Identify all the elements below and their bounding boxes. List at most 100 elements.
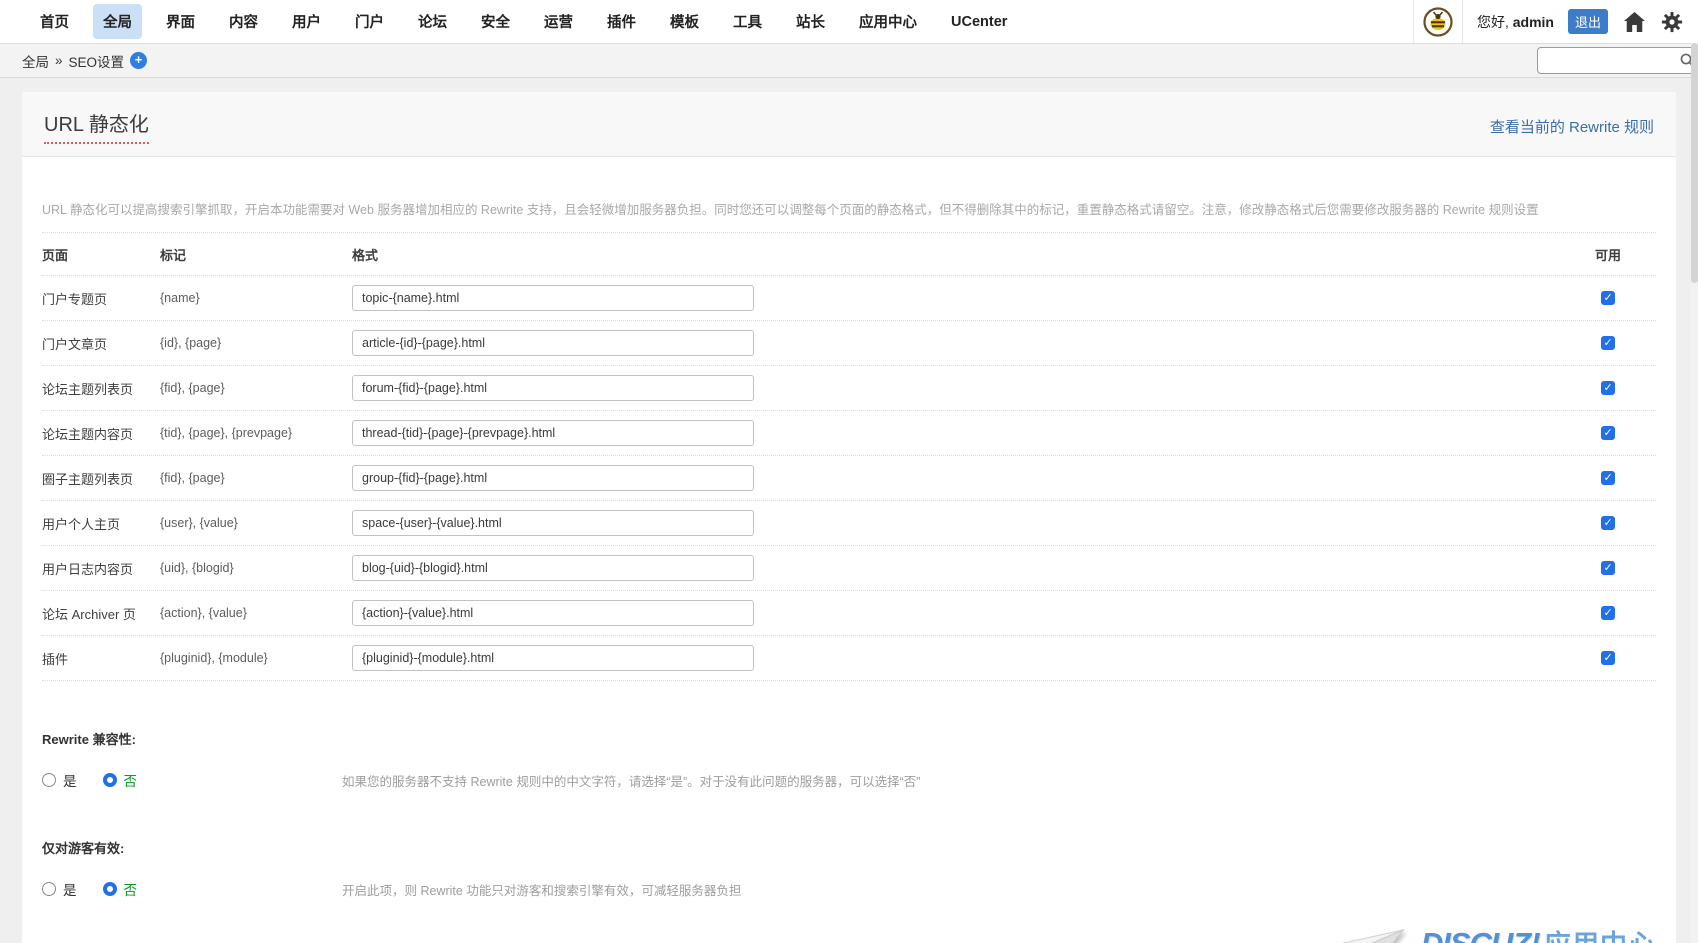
available-checkbox[interactable]: [1601, 606, 1615, 620]
format-input[interactable]: [352, 600, 754, 626]
row-tags: {fid}, {page}: [160, 471, 352, 485]
nav-item-templates[interactable]: 模板: [660, 4, 709, 39]
row-page-label: 门户文章页: [42, 334, 160, 353]
nav-item-webmaster[interactable]: 站长: [786, 4, 835, 39]
radio-yes[interactable]: 是: [42, 770, 77, 790]
avatar[interactable]: [1413, 0, 1463, 43]
available-checkbox[interactable]: [1601, 651, 1615, 665]
watermark-text: DISCUZ! 应用中心 addon.dismall.com: [1421, 928, 1656, 943]
format-input[interactable]: [352, 465, 754, 491]
row-tags: {name}: [160, 291, 352, 305]
radio-icon: [42, 882, 56, 896]
row-page-label: 论坛主题列表页: [42, 379, 160, 398]
available-checkbox[interactable]: [1601, 336, 1615, 350]
format-input[interactable]: [352, 420, 754, 446]
table-row: 用户日志内容页 {uid}, {blogid}: [42, 546, 1656, 591]
paper-plane-icon: [1337, 928, 1415, 943]
option-label-guests-only: 仅对游客有效:: [42, 838, 1656, 857]
table-row: 论坛主题内容页 {tid}, {page}, {prevpage}: [42, 411, 1656, 456]
nav-item-security[interactable]: 安全: [471, 4, 520, 39]
gear-icon[interactable]: [1660, 10, 1684, 34]
row-tags: {pluginid}, {module}: [160, 651, 352, 665]
row-tags: {tid}, {page}, {prevpage}: [160, 426, 352, 440]
breadcrumb-root[interactable]: 全局: [22, 51, 49, 71]
nav-item-interface[interactable]: 界面: [156, 4, 205, 39]
logout-button[interactable]: 退出: [1568, 9, 1608, 34]
radio-icon: [42, 773, 56, 787]
table-row: 论坛主题列表页 {fid}, {page}: [42, 366, 1656, 411]
add-favorite-icon[interactable]: +: [130, 52, 147, 69]
format-input[interactable]: [352, 330, 754, 356]
available-checkbox[interactable]: [1601, 291, 1615, 305]
row-tags: {action}, {value}: [160, 606, 352, 620]
row-tags: {user}, {value}: [160, 516, 352, 530]
nav-item-portal[interactable]: 门户: [345, 4, 394, 39]
table-row: 用户个人主页 {user}, {value}: [42, 501, 1656, 546]
nav-right-cluster: 您好, admin 退出: [1413, 0, 1684, 43]
format-input[interactable]: [352, 285, 754, 311]
radio-yes-label: 是: [63, 770, 77, 790]
nav-item-global[interactable]: 全局: [93, 4, 142, 39]
format-input[interactable]: [352, 555, 754, 581]
row-page-label: 用户个人主页: [42, 514, 160, 533]
nav-item-home[interactable]: 首页: [30, 4, 79, 39]
nav-item-ucenter[interactable]: UCenter: [941, 7, 1017, 37]
watermark-suffix: 应用中心: [1544, 930, 1656, 943]
nav-item-forum[interactable]: 论坛: [408, 4, 457, 39]
nav-item-plugins[interactable]: 插件: [597, 4, 646, 39]
radio-yes-label: 是: [63, 879, 77, 899]
radio-icon: [103, 773, 117, 787]
radio-no[interactable]: 否: [103, 879, 138, 899]
table-row: 圈子主题列表页 {fid}, {page}: [42, 456, 1656, 501]
nav-item-appcenter[interactable]: 应用中心: [849, 4, 927, 39]
vertical-scrollbar[interactable]: [1691, 43, 1698, 943]
scrollbar-thumb[interactable]: [1691, 43, 1698, 283]
page-description: URL 静态化可以提高搜索引擎抓取，开启本功能需要对 Web 服务器增加相应的 …: [42, 199, 1656, 218]
table-row: 门户专题页 {name}: [42, 276, 1656, 321]
search-input[interactable]: [1537, 47, 1698, 74]
radio-no-label: 否: [124, 879, 138, 899]
available-checkbox[interactable]: [1601, 516, 1615, 530]
row-page-label: 用户日志内容页: [42, 559, 160, 578]
watermark-brand: DISCUZ!: [1421, 926, 1540, 943]
row-page-label: 插件: [42, 649, 160, 668]
format-input[interactable]: [352, 375, 754, 401]
bee-avatar-icon: [1423, 7, 1453, 37]
radio-group-rewrite-compat: 是 否: [42, 770, 342, 790]
table-header-row: 页面 标记 格式 可用: [42, 233, 1656, 276]
radio-no[interactable]: 否: [103, 770, 138, 790]
nav-item-operation[interactable]: 运营: [534, 4, 583, 39]
row-tags: {fid}, {page}: [160, 381, 352, 395]
row-page-label: 论坛 Archiver 页: [42, 604, 160, 623]
url-format-table: 页面 标记 格式 可用 门户专题页 {name} 门户文章页 {id}, {pa…: [42, 232, 1656, 681]
home-icon[interactable]: [1622, 10, 1646, 34]
table-row: 门户文章页 {id}, {page}: [42, 321, 1656, 366]
greeting-prefix: 您好,: [1477, 14, 1509, 30]
table-row: 论坛 Archiver 页 {action}, {value}: [42, 591, 1656, 636]
nav-item-content[interactable]: 内容: [219, 4, 268, 39]
username: admin: [1513, 14, 1554, 30]
panel-body: URL 静态化可以提高搜索引擎抓取，开启本功能需要对 Web 服务器增加相应的 …: [22, 199, 1676, 943]
top-nav: 首页 全局 界面 内容 用户 门户 论坛 安全 运营 插件 模板 工具 站长 应…: [0, 0, 1698, 43]
option-label-rewrite-compat: Rewrite 兼容性:: [42, 729, 1656, 748]
available-checkbox[interactable]: [1601, 471, 1615, 485]
option-description: 如果您的服务器不支持 Rewrite 规则中的中文字符，请选择“是”。对于没有此…: [342, 771, 920, 790]
option-row: 是 否 开启此项，则 Rewrite 功能只对游客和搜索引擎有效，可减轻服务器负…: [42, 879, 1656, 899]
option-row: 是 否 如果您的服务器不支持 Rewrite 规则中的中文字符，请选择“是”。对…: [42, 770, 1656, 790]
view-rewrite-rules-link[interactable]: 查看当前的 Rewrite 规则: [1490, 116, 1654, 137]
nav-item-tools[interactable]: 工具: [723, 4, 772, 39]
search-wrap: [1537, 47, 1698, 74]
row-tags: {uid}, {blogid}: [160, 561, 352, 575]
available-checkbox[interactable]: [1601, 381, 1615, 395]
format-input[interactable]: [352, 510, 754, 536]
available-checkbox[interactable]: [1601, 426, 1615, 440]
radio-icon: [103, 882, 117, 896]
available-checkbox[interactable]: [1601, 561, 1615, 575]
format-input[interactable]: [352, 645, 754, 671]
row-page-label: 门户专题页: [42, 289, 160, 308]
radio-group-guests-only: 是 否: [42, 879, 342, 899]
nav-item-users[interactable]: 用户: [282, 4, 331, 39]
greeting-text: 您好, admin: [1477, 12, 1554, 32]
radio-yes[interactable]: 是: [42, 879, 77, 899]
col-header-tag: 标记: [160, 245, 352, 264]
